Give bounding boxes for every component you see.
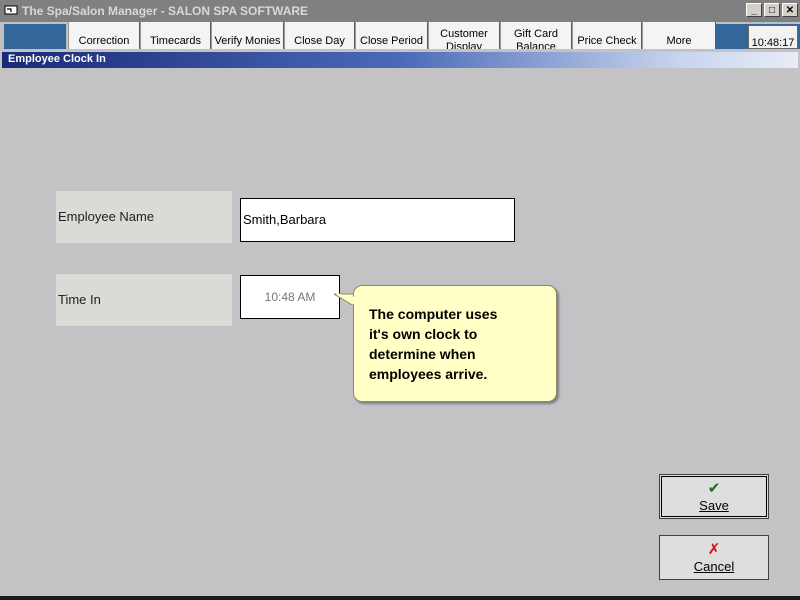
tooltip-line-3: determine when <box>369 346 476 362</box>
employee-name-label: Employee Name <box>56 191 232 243</box>
timecards-button[interactable]: Timecards <box>140 22 211 49</box>
more-label: More <box>666 35 692 47</box>
cancel-label-rest: ancel <box>703 559 735 574</box>
price-check-button[interactable]: Price Check <box>572 22 642 49</box>
tooltip-line-2: it's own clock to <box>369 326 478 342</box>
customer-display-line2: Display <box>445 41 483 49</box>
x-icon: ✗ <box>707 541 721 558</box>
cancel-button[interactable]: ✗ Cancel <box>659 535 769 580</box>
window-controls: _ □ ✕ <box>744 3 798 17</box>
close-button[interactable]: ✕ <box>782 3 798 17</box>
cancel-label-accel: C <box>693 559 704 574</box>
save-label-accel: S <box>699 498 708 513</box>
gift-card-balance-line2: Balance <box>516 41 556 49</box>
tooltip-line-1: The computer uses <box>369 306 498 322</box>
close-day-label: Close Day <box>294 35 345 47</box>
save-button[interactable]: ✔ Save <box>659 474 769 519</box>
cancel-label: Cancel <box>660 559 768 574</box>
tooltip-tail-cover <box>335 293 355 305</box>
title-bar: The Spa/Salon Manager - SALON SPA SOFTWA… <box>0 0 800 22</box>
checkmark-icon: ✔ <box>707 480 721 497</box>
section-header: Employee Clock In <box>2 52 798 68</box>
save-label: Save <box>660 498 768 513</box>
bottom-border <box>0 596 800 600</box>
price-check-label: Price Check <box>577 35 637 47</box>
save-label-rest: ave <box>707 498 729 513</box>
app-icon <box>4 5 18 15</box>
toolbar: Correction Timecards Verify Monies Close… <box>0 22 800 49</box>
time-in-label: Time In <box>56 274 232 326</box>
timecards-label: Timecards <box>150 35 201 47</box>
verify-monies-button[interactable]: Verify Monies <box>211 22 284 49</box>
employee-name-field[interactable]: Smith,Barbara <box>240 198 515 242</box>
correction-label: Correction <box>78 35 130 47</box>
correction-button[interactable]: Correction <box>68 22 140 49</box>
help-tooltip: The computer uses it's own clock to dete… <box>353 285 557 402</box>
minimize-button[interactable]: _ <box>746 3 762 17</box>
maximize-button[interactable]: □ <box>764 3 780 17</box>
customer-display-line1: Customer <box>440 28 488 40</box>
window-title: The Spa/Salon Manager - SALON SPA SOFTWA… <box>22 4 309 18</box>
gift-card-balance-button[interactable]: Gift Card Balance <box>500 22 572 49</box>
close-day-button[interactable]: Close Day <box>284 22 355 49</box>
more-button[interactable]: More <box>642 22 716 49</box>
close-period-button[interactable]: Close Period <box>355 22 428 49</box>
tooltip-line-4: employees arrive. <box>369 366 488 382</box>
clock-display: 10:48:17 <box>748 25 798 49</box>
gift-card-balance-line1: Gift Card <box>513 28 558 40</box>
verify-monies-label: Verify Monies <box>214 35 281 47</box>
customer-display-label: Customer Display <box>429 22 499 49</box>
customer-display-button[interactable]: Customer Display <box>428 22 500 49</box>
gift-card-balance-label: Gift Card Balance <box>501 22 571 49</box>
close-period-label: Close Period <box>360 35 423 47</box>
time-in-field: 10:48 AM <box>240 275 340 319</box>
toolbar-logo-area <box>4 24 66 49</box>
tooltip-text: The computer uses it's own clock to dete… <box>369 304 549 384</box>
